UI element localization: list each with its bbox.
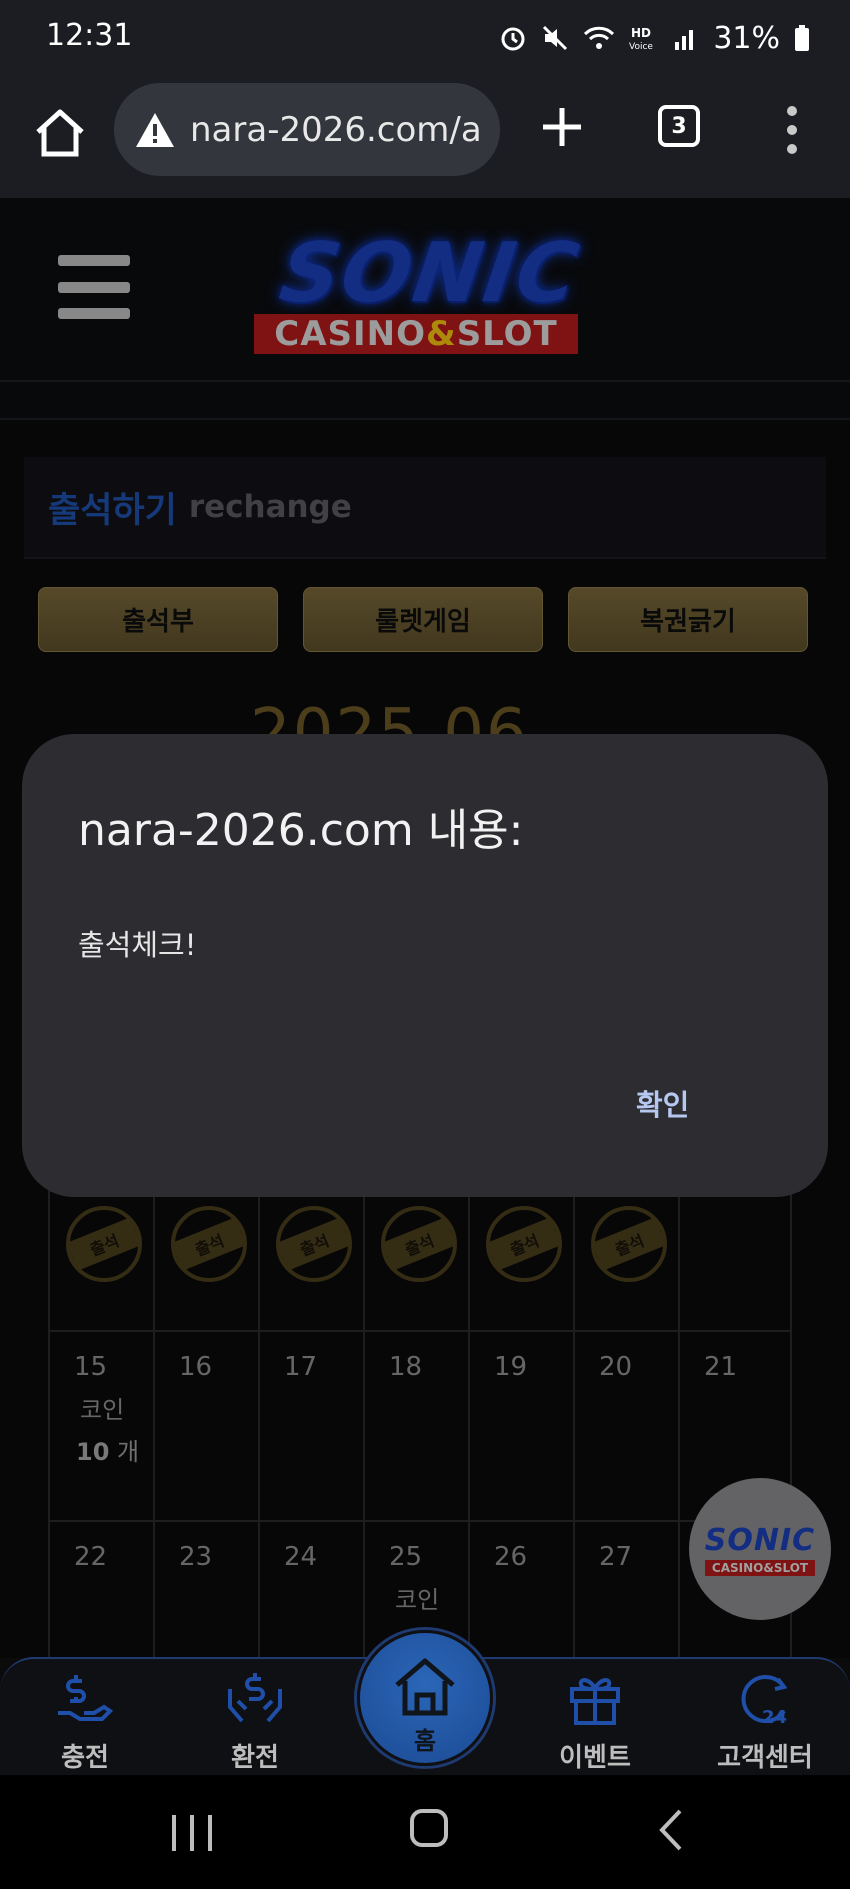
nav-home-button[interactable]: 홈 xyxy=(357,1630,493,1766)
android-home-icon[interactable] xyxy=(410,1809,448,1847)
nav-charge-label: 충전 xyxy=(61,1743,109,1773)
hd-voice-icon: HD Voice xyxy=(629,26,653,52)
home-icon xyxy=(395,1658,455,1716)
svg-text:Voice: Voice xyxy=(629,42,653,52)
status-icons: HD Voice 31% xyxy=(499,18,810,58)
status-bar: 12:31 HD Voice 31% xyxy=(0,0,850,78)
charge-icon xyxy=(58,1675,114,1721)
url-text[interactable]: nara-2026.com/a xyxy=(190,110,482,150)
page: 12:31 HD Voice 31% nara-2026.com/a 3 SONI… xyxy=(0,0,850,1889)
warning-icon[interactable] xyxy=(134,111,176,149)
nav-event[interactable]: 이벤트 xyxy=(535,1659,655,1777)
tab-switcher-button[interactable]: 3 xyxy=(658,105,700,147)
nav-home-label: 홈 xyxy=(413,1727,437,1755)
new-tab-icon[interactable] xyxy=(535,100,589,154)
svg-text:24: 24 xyxy=(762,1707,787,1728)
status-time: 12:31 xyxy=(46,18,133,53)
gift-icon xyxy=(570,1678,620,1725)
alarm-icon xyxy=(501,27,525,51)
exchange-icon xyxy=(228,1673,282,1723)
dialog-title: nara-2026.com 내용: xyxy=(78,805,524,856)
battery-percent: 31% xyxy=(713,20,780,56)
signal-icon xyxy=(675,30,694,50)
browser-home-icon[interactable] xyxy=(30,104,90,164)
nav-charge[interactable]: 충전 xyxy=(25,1659,145,1777)
support-24-icon: 24 xyxy=(741,1675,788,1728)
mute-icon xyxy=(543,25,568,51)
nav-exchange[interactable]: 환전 xyxy=(195,1659,315,1777)
wifi-icon xyxy=(584,26,615,49)
battery-icon xyxy=(795,25,809,51)
nav-event-label: 이벤트 xyxy=(559,1743,631,1773)
more-menu-icon[interactable] xyxy=(780,106,804,154)
back-icon[interactable] xyxy=(652,1807,692,1853)
nav-exchange-label: 환전 xyxy=(231,1743,279,1773)
browser-toolbar: nara-2026.com/a 3 xyxy=(0,78,850,198)
dialog-message: 출석체크! xyxy=(78,928,197,962)
recent-apps-icon[interactable] xyxy=(172,1815,212,1851)
alert-dialog: nara-2026.com 내용: 출석체크! 확인 xyxy=(22,734,828,1197)
dialog-ok-button[interactable]: 확인 xyxy=(636,1082,689,1124)
android-navigation-bar xyxy=(0,1775,850,1889)
svg-text:HD: HD xyxy=(631,26,651,40)
url-bar[interactable]: nara-2026.com/a xyxy=(114,83,500,176)
nav-support-label: 고객센터 xyxy=(717,1743,813,1773)
nav-support[interactable]: 24 고객센터 xyxy=(705,1659,825,1777)
